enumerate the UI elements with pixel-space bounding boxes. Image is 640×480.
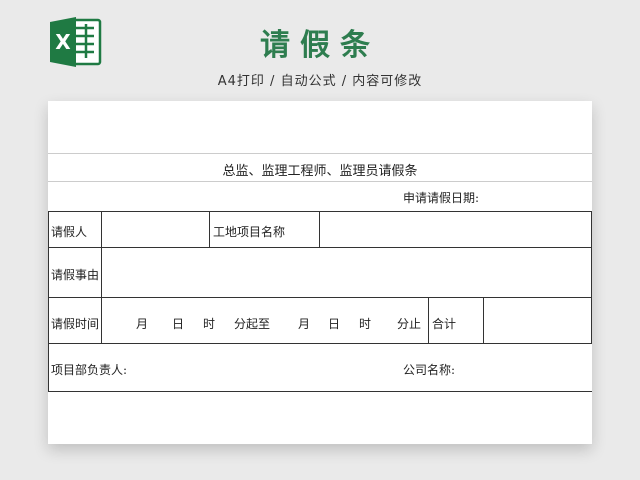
applicant-value[interactable]	[104, 215, 206, 243]
time-month-end: 月	[298, 317, 311, 331]
table-border	[48, 391, 592, 392]
total-label: 合计	[432, 317, 457, 331]
time-hour-end: 时	[359, 317, 372, 331]
table-border	[483, 297, 484, 344]
time-month-start: 月	[136, 317, 149, 331]
project-name-label: 工地项目名称	[213, 225, 286, 239]
table-border	[48, 211, 49, 391]
divider	[48, 181, 592, 182]
time-minute-start: 分起至	[234, 317, 271, 331]
apply-date-label: 申请请假日期:	[403, 191, 480, 205]
applicant-label: 请假人	[51, 225, 88, 239]
time-day-end: 日	[328, 317, 341, 331]
company-name-label: 公司名称:	[403, 363, 456, 377]
total-value[interactable]	[487, 301, 587, 339]
time-minute-end: 分止	[397, 317, 422, 331]
time-hour-start: 时	[203, 317, 216, 331]
project-manager-label: 项目部负责人:	[51, 363, 128, 377]
table-border	[48, 297, 592, 298]
table-border	[428, 297, 429, 344]
time-label: 请假时间	[51, 317, 100, 331]
reason-value[interactable]	[104, 251, 588, 293]
table-border	[101, 211, 102, 344]
table-border	[48, 211, 592, 212]
page-subtitle: A4打印 / 自动公式 / 内容可修改	[217, 74, 423, 89]
reason-label: 请假事由	[51, 268, 100, 282]
page-title: 请假条	[260, 28, 380, 63]
table-border	[209, 211, 210, 248]
divider	[48, 153, 592, 154]
table-border	[48, 247, 592, 248]
table-border	[591, 211, 592, 344]
time-day-start: 日	[172, 317, 185, 331]
table-border	[48, 343, 592, 344]
project-name-value[interactable]	[323, 215, 587, 243]
table-border	[319, 211, 320, 248]
leave-form-sheet: 总监、监理工程师、监理员请假条 申请请假日期: 请假人 工地项目名称 请假事由 …	[48, 101, 592, 444]
form-heading: 总监、监理工程师、监理员请假条	[222, 164, 418, 179]
